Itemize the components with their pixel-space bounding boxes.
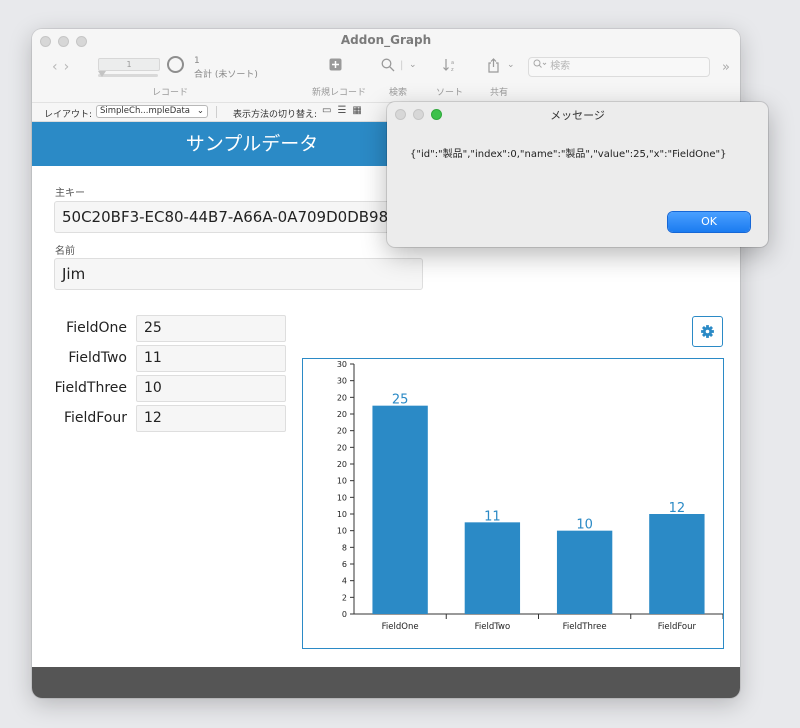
primary-key-value: 50C20BF3-EC80-44B7-A66A-0A709D0DB988 (62, 208, 398, 226)
y-tick-label: 20 (337, 443, 347, 452)
view-as-switcher: ▭☰▦ (322, 105, 368, 116)
share-chevron-down-icon[interactable]: ⌄ (507, 60, 515, 70)
y-tick-label: 20 (337, 393, 347, 402)
y-tick-label: 6 (342, 560, 347, 569)
field-two-label: FieldTwo (68, 350, 127, 366)
y-tick-label: 20 (337, 460, 347, 469)
field-three-input[interactable]: 10 (136, 375, 286, 402)
x-tick-label: FieldThree (563, 622, 607, 632)
next-record-icon[interactable]: › (64, 59, 76, 75)
sort-label: ソート (436, 88, 464, 98)
total-label: 合計 (未ソート) (194, 70, 258, 80)
record-number-field[interactable]: 1 (98, 58, 160, 71)
table-view-icon[interactable]: ▦ (352, 105, 367, 116)
field-two-input[interactable]: 11 (136, 345, 286, 372)
y-tick-label: 10 (337, 527, 347, 536)
gear-icon (693, 325, 722, 350)
layout-footer (32, 667, 740, 698)
y-tick-label: 20 (337, 410, 347, 419)
bar-value-label: 25 (392, 393, 409, 408)
layout-select-value: SimpleCh...mpleData (100, 106, 191, 116)
record-nav-arrows[interactable]: ‹› (52, 59, 75, 75)
bar-fieldone[interactable] (372, 405, 428, 614)
name-label: 名前 (55, 246, 75, 257)
ok-button[interactable]: OK (668, 212, 750, 232)
x-tick-label: FieldFour (658, 622, 697, 632)
record-pie-icon (167, 56, 184, 73)
total-count: 1 (194, 56, 200, 66)
chart-settings-button[interactable] (692, 316, 723, 347)
sort-icon[interactable]: az (442, 58, 458, 76)
svg-text:a: a (451, 60, 454, 66)
bar-fieldfour[interactable] (649, 514, 705, 614)
field-four-label: FieldFour (63, 410, 127, 426)
view-as-label: 表示方法の切り替え: (233, 110, 318, 120)
bar-value-label: 12 (669, 501, 686, 516)
layout-label: レイアウト: (44, 110, 93, 120)
message-dialog: メッセージ {"id":"製品","index":0,"name":"製品","… (387, 102, 768, 247)
y-tick-label: 8 (342, 543, 347, 552)
y-tick-label: 10 (337, 493, 347, 502)
y-tick-label: 30 (337, 377, 347, 386)
x-tick-label: FieldOne (382, 622, 419, 632)
title-bar: Addon_Graph ‹› 1 1 合計 (未ソート) レコード 新規レコード… (32, 29, 740, 102)
find-icon[interactable] (381, 58, 395, 76)
name-field[interactable]: Jim (54, 258, 423, 290)
records-label: レコード (152, 88, 189, 98)
y-tick-label: 4 (342, 577, 347, 586)
dialog-message: {"id":"製品","index":0,"name":"製品","value"… (410, 149, 727, 160)
primary-key-label: 主キー (55, 188, 85, 199)
record-slider[interactable] (98, 74, 158, 77)
bar-value-label: 10 (576, 518, 593, 533)
find-label: 検索 (389, 88, 408, 98)
new-record-icon[interactable] (329, 58, 342, 75)
list-view-icon[interactable]: ☰ (337, 105, 352, 116)
y-tick-label: 10 (337, 477, 347, 486)
bar-chart[interactable]: 0 2 4 6 8 10 10 10 10 20 20 20 20 20 30 30 25 FieldOne 11 F… (303, 359, 724, 648)
search-icon (533, 59, 550, 72)
y-tick-label: 10 (337, 510, 347, 519)
previous-record-icon[interactable]: ‹ (52, 59, 64, 75)
field-one-label: FieldOne (66, 320, 127, 336)
quick-find-input[interactable]: 検索 (528, 57, 710, 77)
y-tick-label: 0 (342, 610, 347, 619)
layout-select[interactable]: SimpleCh...mpleData ⌄ (96, 105, 208, 118)
layout-bar-divider (216, 106, 217, 118)
window-title: Addon_Graph (340, 33, 432, 47)
toolbar-overflow-icon[interactable]: » (722, 60, 730, 75)
search-placeholder: 検索 (550, 61, 571, 72)
field-four-input[interactable]: 12 (136, 405, 286, 432)
chevron-down-icon: ⌄ (196, 106, 204, 116)
find-chevron-down-icon[interactable]: ⌄ (409, 60, 417, 70)
new-record-label: 新規レコード (312, 88, 367, 98)
name-value: Jim (62, 265, 86, 283)
field-one-input[interactable]: 25 (136, 315, 286, 342)
share-label: 共有 (490, 88, 509, 98)
dialog-title: メッセージ (550, 109, 605, 122)
x-tick-label: FieldTwo (475, 622, 511, 632)
primary-key-field[interactable]: 50C20BF3-EC80-44B7-A66A-0A709D0DB988 (54, 201, 424, 233)
chart-container[interactable]: 0 2 4 6 8 10 10 10 10 20 20 20 20 20 30 30 25 FieldOne 11 F… (302, 358, 724, 649)
form-view-icon[interactable]: ▭ (322, 105, 337, 116)
bar-value-label: 11 (484, 509, 501, 524)
field-three-label: FieldThree (54, 380, 127, 396)
bar-fieldtwo[interactable] (464, 522, 521, 614)
svg-text:z: z (451, 67, 454, 72)
bar-fieldthree[interactable] (556, 530, 613, 614)
y-tick-label: 2 (342, 593, 347, 602)
share-icon[interactable] (487, 58, 500, 77)
toolbar-separator: | (400, 60, 404, 71)
y-tick-label: 30 (337, 360, 347, 369)
y-tick-label: 20 (337, 427, 347, 436)
record-slider-thumb[interactable] (98, 71, 106, 77)
